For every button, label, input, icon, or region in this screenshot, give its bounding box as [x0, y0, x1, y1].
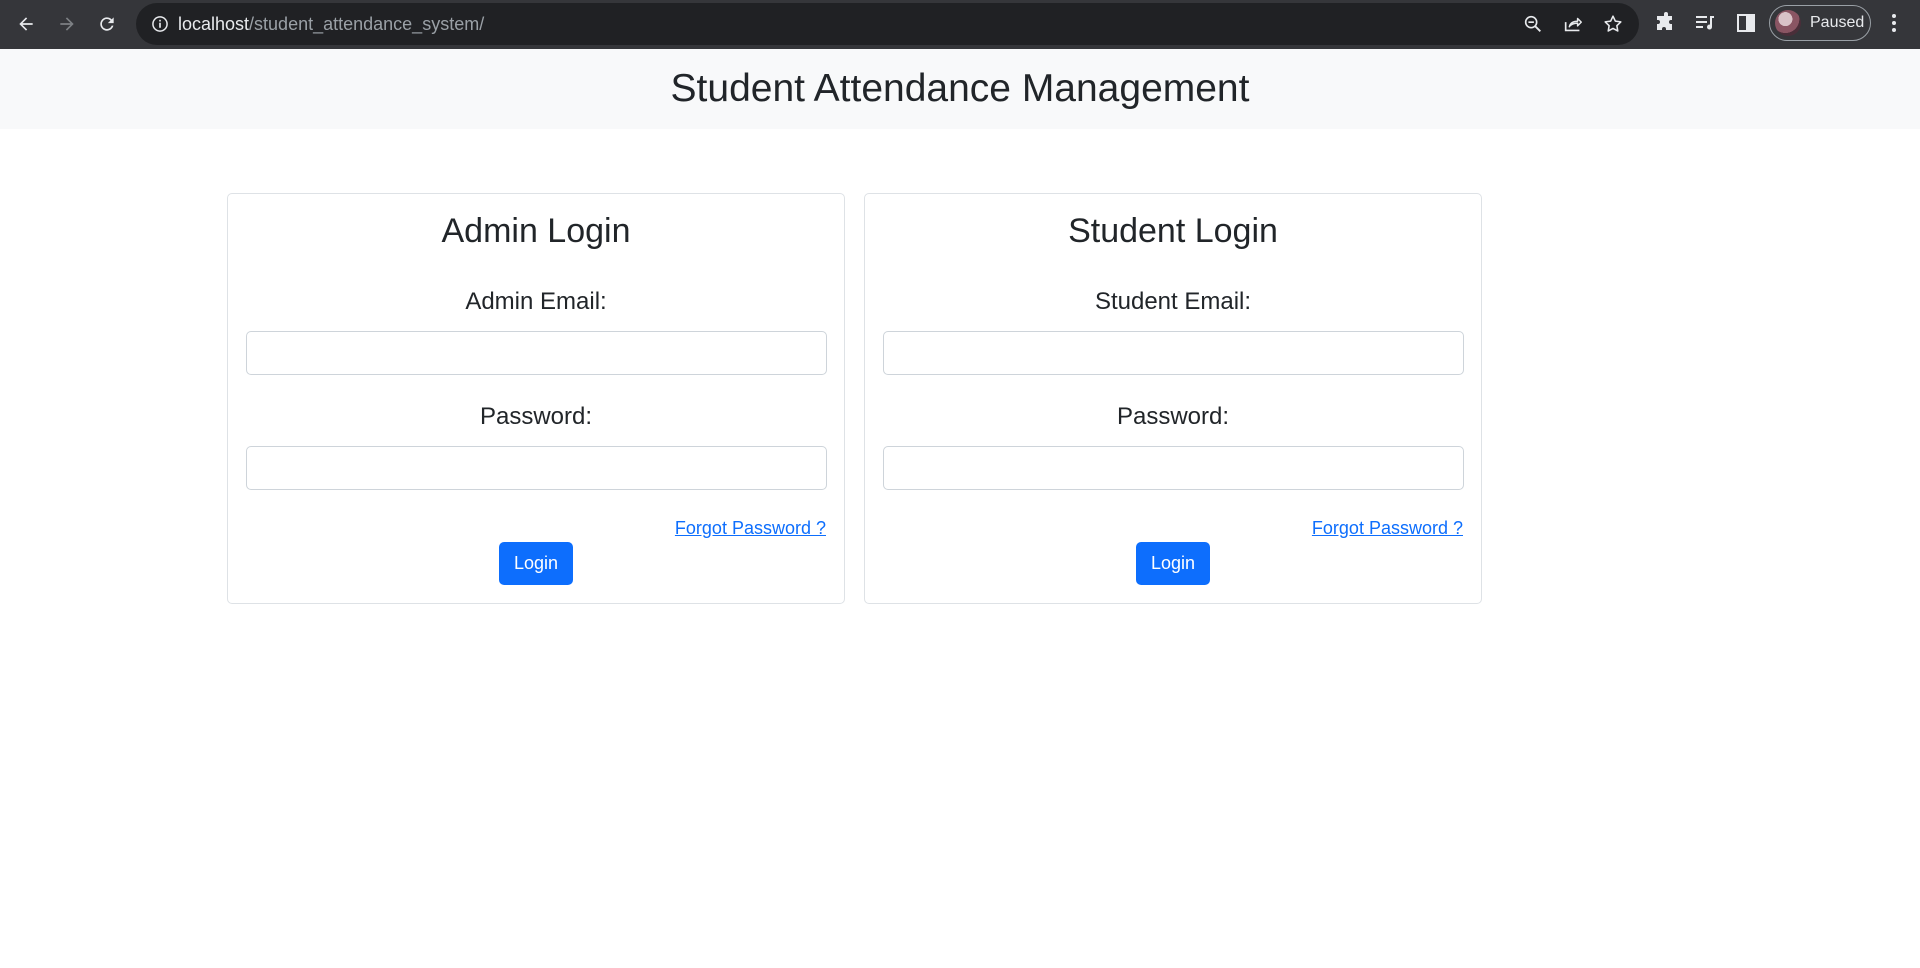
info-icon[interactable]: [150, 14, 170, 34]
zoom-out-icon[interactable]: [1522, 13, 1544, 35]
address-bar[interactable]: localhost/student_attendance_system/: [136, 3, 1639, 45]
side-panel-icon[interactable]: [1734, 11, 1758, 35]
media-icon[interactable]: [1693, 11, 1717, 35]
profile-status: Paused: [1810, 14, 1865, 31]
student-password-input[interactable]: [883, 446, 1464, 490]
student-login-card: Student Login Student Email: Password: F…: [864, 193, 1482, 604]
admin-login-title: Admin Login: [441, 212, 631, 250]
student-email-input[interactable]: [883, 331, 1464, 375]
star-icon[interactable]: [1602, 13, 1624, 35]
url-host: localhost: [178, 14, 250, 34]
url-path: /student_attendance_system/: [249, 14, 485, 34]
admin-password-input[interactable]: [246, 446, 827, 490]
extensions-icon[interactable]: [1654, 11, 1678, 35]
student-login-button[interactable]: Login: [1136, 542, 1210, 585]
profile-button[interactable]: Paused: [1769, 5, 1871, 41]
share-icon[interactable]: [1562, 13, 1584, 35]
back-icon[interactable]: [10, 8, 42, 40]
admin-email-label: Admin Email:: [465, 288, 607, 315]
admin-login-card: Admin Login Admin Email: Password: Forgo…: [227, 193, 845, 604]
page-header: Student Attendance Management: [0, 49, 1920, 129]
student-email-label: Student Email:: [1094, 288, 1252, 315]
admin-email-input[interactable]: [246, 331, 827, 375]
student-login-title: Student Login: [1068, 212, 1278, 250]
admin-forgot-password-link[interactable]: Forgot Password ?: [675, 518, 826, 539]
admin-password-label: Password:: [479, 403, 593, 430]
avatar: [1775, 10, 1801, 36]
reload-icon[interactable]: [91, 8, 123, 40]
forward-icon[interactable]: [51, 8, 83, 40]
admin-login-button[interactable]: Login: [499, 542, 573, 585]
page-title: Student Attendance Management: [670, 67, 1250, 110]
url-text[interactable]: localhost/student_attendance_system/: [178, 13, 484, 35]
student-password-label: Password:: [1116, 403, 1230, 430]
student-forgot-password-link[interactable]: Forgot Password ?: [1312, 518, 1463, 539]
browser-toolbar: localhost/student_attendance_system/ Pau…: [0, 0, 1920, 49]
more-menu-icon[interactable]: [1882, 11, 1906, 35]
